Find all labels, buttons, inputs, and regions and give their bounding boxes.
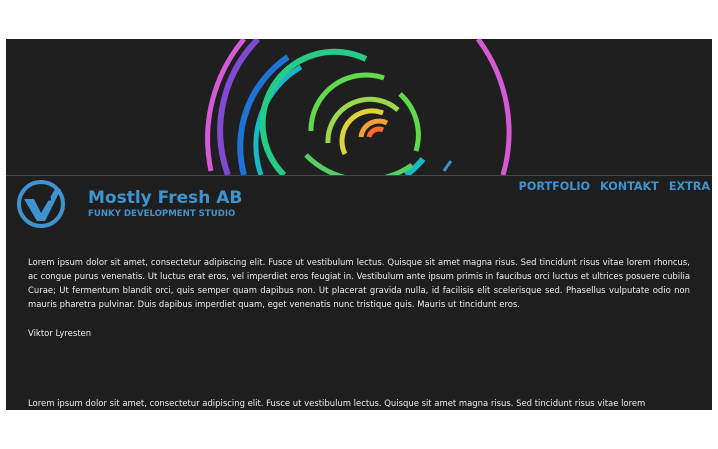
hero-arc-outer-magenta-right [476, 39, 512, 175]
mostly-fresh-logo[interactable] [16, 179, 66, 229]
author-signature: Viktor Lyresten [28, 328, 92, 338]
main-content: Lorem ipsum dolor sit amet, consectetur … [28, 255, 690, 340]
site-header: Mostly Fresh AB FUNKY DEVELOPMENT STUDIO… [6, 176, 712, 234]
website-frame: Mostly Fresh AB FUNKY DEVELOPMENT STUDIO… [6, 39, 712, 410]
hero-arc-green-lower [304, 153, 414, 175]
second-paragraph: Lorem ipsum dolor sit amet, consectetur … [28, 398, 646, 408]
hero-banner [6, 39, 712, 175]
hero-arc-lime-right [398, 92, 421, 152]
nav-kontakt-link[interactable]: KONTAKT [600, 180, 659, 194]
brand-name[interactable]: Mostly Fresh AB [88, 188, 242, 208]
hero-arc-red-orange [366, 126, 385, 138]
nav-extra-link[interactable]: EXTRA [669, 180, 710, 194]
hero-arcs-graphic [205, 39, 512, 175]
hero-arc-blue-small [442, 160, 453, 172]
intro-paragraph: Lorem ipsum dolor sit amet, consectetur … [28, 257, 690, 309]
nav-portfolio-link[interactable]: PORTFOLIO [519, 180, 590, 194]
main-navigation: PORTFOLIO KONTAKT EXTRA [519, 180, 710, 194]
brand-tagline: FUNKY DEVELOPMENT STUDIO [88, 209, 236, 219]
